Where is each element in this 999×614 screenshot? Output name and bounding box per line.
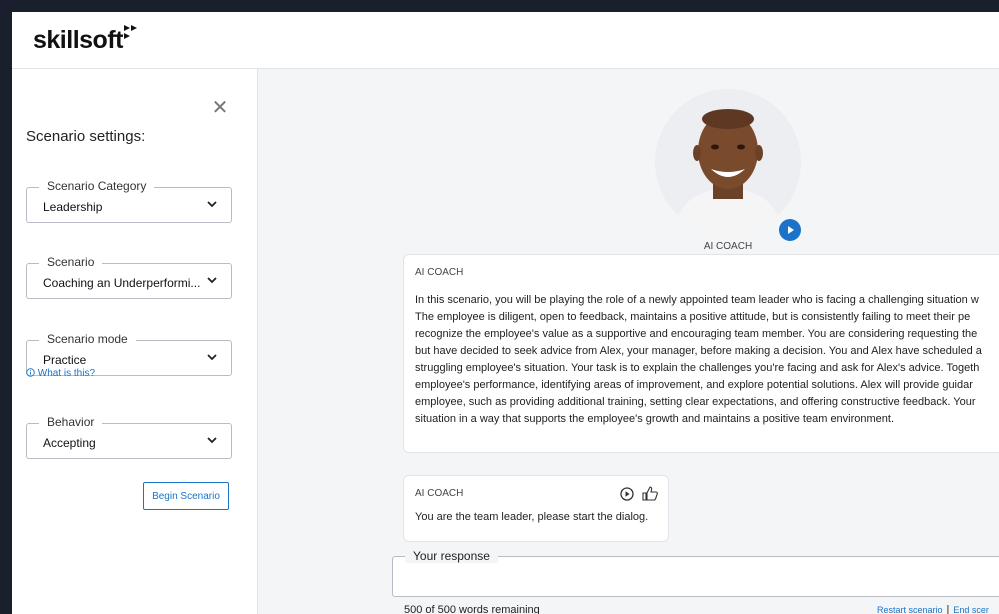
intro-line: situation in a way that supports the emp… [415,413,895,425]
scenario-category-select[interactable]: Scenario Category Leadership [26,179,232,223]
chevron-down-icon [207,354,217,361]
scenario-settings-panel: ✕ Scenario settings: Scenario Category L… [12,69,258,614]
chevron-down-icon [207,277,217,284]
avatar-play-button[interactable] [779,219,801,241]
intro-line: struggling employee's situation. Your ta… [415,362,980,374]
card-body: In this scenario, you will be playing th… [415,292,999,428]
scenario-intro-card: AI COACH In this scenario, you will be p… [403,254,999,453]
restart-scenario-link[interactable]: Restart scenario [877,605,943,614]
help-link-text: What is this? [37,368,96,379]
ai-coach-avatar [655,89,801,235]
end-scenario-link[interactable]: End scer [953,605,989,614]
skillsoft-logo: skillsoft [33,26,123,54]
intro-line: employee, such as providing additional t… [415,396,976,408]
field-label: Scenario Category [39,179,155,193]
field-label: Behavior [39,415,103,429]
app-window: skillsoft ✕ Scenario settings: Scenario … [12,12,999,614]
begin-scenario-button[interactable]: Begin Scenario [143,482,229,510]
field-value: Accepting [43,436,96,450]
intro-line: The employee is diligent, open to feedba… [415,311,971,323]
thumbs-up-icon[interactable] [642,486,658,501]
field-label: Scenario [39,255,103,269]
what-is-this-link[interactable]: What is this? [26,368,95,379]
top-bar: skillsoft [12,12,999,69]
response-label: Your response [405,549,498,563]
behavior-select[interactable]: Behavior Accepting [26,415,232,459]
play-circle-icon[interactable] [620,487,634,501]
field-value: Leadership [43,200,103,214]
words-remaining: 500 of 500 words remaining [404,604,540,614]
logo-arrows-icon [124,25,137,39]
avatar-caption: AI COACH [703,241,753,252]
field-value: Practice [43,353,87,367]
play-icon [788,226,794,234]
field-label: Scenario mode [39,332,136,346]
card-title: AI COACH [415,488,464,499]
response-input[interactable]: Your response [392,549,999,597]
intro-line: but have decided to seek advice from Ale… [415,345,982,357]
settings-title: Scenario settings: [26,128,146,145]
chevron-down-icon [207,201,217,208]
intro-line: recognize the employee's value as a supp… [415,328,978,340]
intro-line: In this scenario, you will be playing th… [415,294,979,306]
close-icon[interactable]: ✕ [209,97,231,119]
card-title: AI COACH [415,267,464,278]
coach-message: You are the team leader, please start th… [415,511,649,523]
field-value: Coaching an Underperformi... [43,276,201,290]
scenario-select[interactable]: Scenario Coaching an Underperformi... [26,255,232,299]
info-icon [26,368,35,377]
intro-line: employee's performance, identifying area… [415,379,973,391]
person-avatar-icon [655,89,801,235]
scenario-controls: Restart scenario | End scer [877,604,989,614]
link-separator: | [946,604,950,614]
coach-message-card: AI COACH You are the team leader, please… [403,475,669,542]
chevron-down-icon [207,437,217,444]
chat-area: AI COACH AI COACH In this scenario, you … [258,69,999,614]
